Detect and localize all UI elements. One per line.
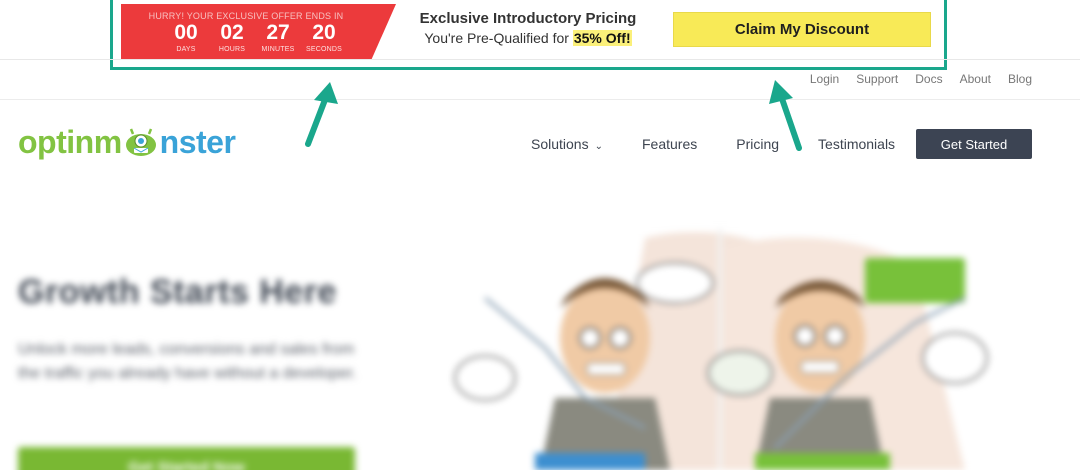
annotation-arrow-right xyxy=(769,80,802,151)
offer-subtitle: You're Pre-Qualified for 35% Off! xyxy=(424,30,632,46)
offer-text: Exclusive Introductory Pricing You're Pr… xyxy=(413,10,643,46)
get-started-button[interactable]: Get Started xyxy=(916,129,1032,159)
annotation-arrow-left xyxy=(305,82,338,147)
nav-solutions[interactable]: Solutions ⌄ xyxy=(531,136,603,152)
nav-testimonials[interactable]: Testimonials xyxy=(818,136,895,152)
blog-link[interactable]: Blog xyxy=(1008,72,1032,86)
hero-cta-button[interactable]: Get Started Now xyxy=(18,447,355,470)
docs-link[interactable]: Docs xyxy=(915,72,942,86)
countdown-days: 00 DAYS xyxy=(174,21,198,54)
chevron-down-icon: ⌄ xyxy=(594,141,603,152)
optinmonster-logo[interactable]: optinm nster xyxy=(18,124,236,161)
divider xyxy=(0,59,1080,60)
countdown-hours: 02 HOURS xyxy=(218,21,246,54)
countdown-headline: HURRY! YOUR EXCLUSIVE OFFER ENDS IN xyxy=(148,11,344,21)
offer-title: Exclusive Introductory Pricing xyxy=(419,10,637,27)
about-link[interactable]: About xyxy=(960,72,991,86)
top-links: Login Support Docs About Blog xyxy=(810,72,1032,86)
hero-subtitle: Unlock more leads, conversions and sales… xyxy=(18,341,357,382)
countdown-timer: HURRY! YOUR EXCLUSIVE OFFER ENDS IN 00 D… xyxy=(121,4,396,60)
countdown-seconds: 20 SECONDS xyxy=(305,21,343,54)
countdown-minutes: 27 MINUTES xyxy=(261,21,295,54)
nav-features[interactable]: Features xyxy=(642,136,697,152)
login-link[interactable]: Login xyxy=(810,72,839,86)
claim-discount-button[interactable]: Claim My Discount xyxy=(673,12,931,47)
support-link[interactable]: Support xyxy=(856,72,898,86)
hero-illustration xyxy=(445,228,1005,470)
discount-highlight: 35% Off! xyxy=(572,30,632,46)
divider xyxy=(0,99,1080,100)
hero-title: Growth Starts Here xyxy=(18,273,337,311)
main-nav: Solutions ⌄ Features Pricing Testimonials xyxy=(531,136,895,152)
monster-mascot-icon xyxy=(123,128,159,158)
